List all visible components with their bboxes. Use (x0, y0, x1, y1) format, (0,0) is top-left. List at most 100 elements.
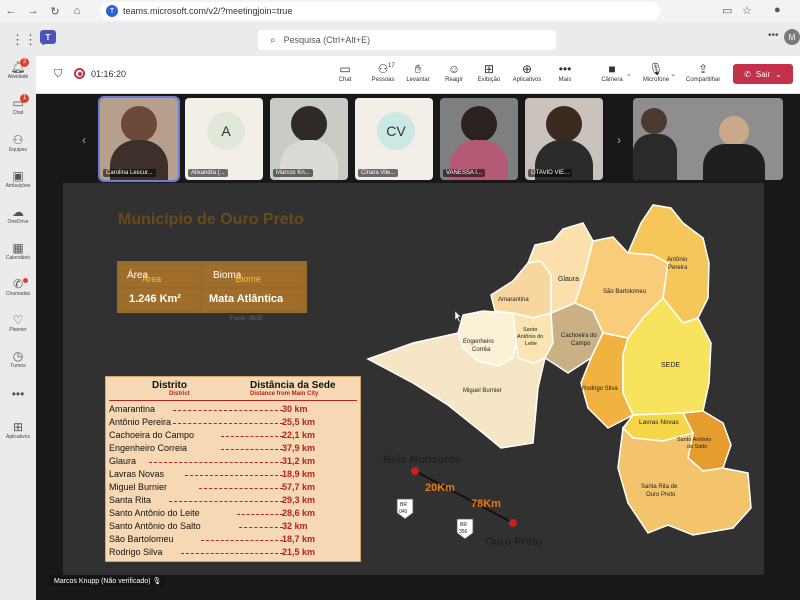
chevron-right-icon[interactable]: › (617, 133, 621, 147)
rail-item-turnos[interactable]: ◷ Turnos (0, 349, 36, 369)
chevron-down-icon[interactable]: ⌄ (670, 70, 676, 78)
search-input[interactable]: ⌕ Pesquisa (Ctrl+Alt+E) (258, 30, 556, 50)
more-icon: ••• (11, 387, 25, 401)
route-from: Belo Horizonte (383, 454, 461, 466)
control-label: Microfone (642, 77, 670, 83)
participant-name: Cinara Vile... (358, 169, 399, 177)
participant-tile[interactable]: OTAVIO VIE... (525, 98, 603, 180)
rail-item-more[interactable]: ••• (0, 387, 36, 401)
shield-text: 040 (399, 509, 408, 515)
participant-video (121, 106, 157, 142)
rail-item-equipes[interactable]: ⚇ Equipes (0, 133, 36, 153)
more-icon: ••• (558, 62, 572, 76)
rail-item-aplicativos[interactable]: ⊞ Aplicativos (0, 420, 36, 440)
back-arrow-icon[interactable]: ← (0, 5, 22, 17)
rail-item-atividade[interactable]: 🔔︎ 2 Atividade (0, 58, 36, 80)
meeting-toolbar: ⛉ 01:16:20 ▭ Chat ⚇ 17 Pessoas ✋︎ Levant… (36, 56, 800, 94)
map-label: Santa Rita de (641, 484, 678, 490)
cursor-icon (454, 310, 462, 323)
recording-icon (74, 68, 85, 79)
control-label: Levantar (406, 77, 430, 83)
team-icon: ⚇ (12, 133, 24, 147)
chevron-down-icon[interactable]: ⌄ (626, 70, 632, 78)
star-icon[interactable]: ☆ (742, 4, 752, 17)
mic-off-icon: 🎙︎ (648, 62, 664, 76)
participant-video (546, 106, 582, 142)
participant-tile[interactable]: Carolina Lescur... (98, 96, 180, 182)
people-button[interactable]: ⚇ 17 Pessoas (366, 61, 400, 83)
planner-icon: ♡ (12, 313, 24, 327)
shield-text: BR (400, 502, 407, 508)
chat-button[interactable]: ▭ Chat (328, 61, 362, 83)
rail-item-chat[interactable]: ▭ 1 Chat (0, 94, 36, 116)
control-label: Compartilhar (686, 77, 721, 83)
control-label: Exibição (477, 77, 501, 83)
bell-icon: 🔔︎ (10, 60, 26, 74)
apps-icon: ⊞ (12, 420, 24, 434)
participant-video (291, 106, 327, 142)
map-label: Lavras Novas (639, 419, 679, 426)
phone-icon: ✆ (12, 277, 24, 291)
rail-item-label: Chat (12, 110, 24, 116)
url-text[interactable]: teams.microsoft.com/v2/?meetingjoin=true (123, 6, 292, 16)
apps-button[interactable]: ⊕ Aplicativos (510, 61, 544, 83)
highway-shield-icon: BR 040 (396, 498, 414, 520)
shield-text: BR (460, 522, 467, 528)
rail-item-calendario[interactable]: ▦ Calendário (0, 241, 36, 261)
participant-avatar: A (207, 112, 245, 150)
rail-item-chamadas[interactable]: ✆ Chamadas (0, 277, 36, 297)
clock-icon: ◷ (12, 349, 24, 363)
rail-item-atribuicoes[interactable]: ▣ Atribuições (0, 169, 36, 189)
forward-arrow-icon[interactable]: → (22, 5, 44, 17)
presenter-caption: Marcos Knupp (Não verificado) 🎙︎ (49, 575, 167, 587)
reload-icon[interactable]: ↻ (44, 5, 66, 18)
camera-button[interactable]: ■ Câmera (595, 61, 629, 83)
share-button[interactable]: ⇪ Compartilhar (686, 61, 720, 83)
map-label: Miguel Burnier (463, 388, 502, 394)
more-options-icon[interactable]: ••• (768, 30, 779, 41)
control-label: Câmera (601, 77, 623, 83)
rail-item-label: Atividade (7, 74, 29, 80)
smile-icon: ☺ (447, 62, 461, 76)
mic-off-icon: 🎙︎ (152, 578, 162, 585)
rail-item-onedrive[interactable]: ☁︎ OneDrive (0, 205, 36, 225)
screen-cast-icon[interactable]: ▭ (722, 4, 732, 17)
rail-item-label: Aplicativos (6, 434, 30, 440)
profile-icon[interactable]: ● (774, 4, 781, 16)
participant-tile[interactable]: CV Cinara Vile... (355, 98, 433, 180)
address-bar[interactable]: T teams.microsoft.com/v2/?meetingjoin=tr… (100, 2, 660, 20)
shield-icon: ⛉ (54, 68, 63, 80)
microphone-button[interactable]: 🎙︎ Microfone (639, 61, 673, 83)
home-icon[interactable]: ⌂ (66, 5, 88, 17)
map-label: Antônio do (517, 334, 543, 340)
plus-icon: ⊕ (521, 62, 533, 76)
avatar[interactable]: M (784, 29, 800, 45)
rail-item-planner[interactable]: ♡ Planner (0, 313, 36, 333)
rail-item-label: Calendário (5, 255, 31, 261)
participant-name: Alixandra (... (188, 169, 228, 177)
rail-item-label: OneDrive (7, 219, 29, 225)
meeting-timer: 01:16:20 (91, 69, 127, 79)
notification-badge: 1 (20, 94, 29, 103)
notification-badge: 2 (20, 58, 29, 67)
participant-tile[interactable]: A Alixandra (... (185, 98, 263, 180)
control-label: Chat (338, 77, 352, 83)
raise-hand-button[interactable]: ✋︎ Levantar (401, 61, 435, 83)
map-label: Rodrigo Silva (582, 386, 618, 392)
chevron-left-icon[interactable]: ‹ (82, 133, 86, 147)
share-icon: ⇪ (697, 62, 709, 76)
react-button[interactable]: ☺ Reagir (437, 61, 471, 83)
room-camera-tile[interactable] (633, 98, 783, 180)
map-label: Corrêa (472, 347, 491, 353)
cloud-icon: ☁︎ (12, 205, 24, 219)
map-label: São Bartolomeu (603, 289, 646, 295)
route-distance-2: 78Km (471, 498, 501, 510)
shield-text: 356 (459, 529, 468, 535)
people-count: 17 (388, 63, 395, 69)
participant-tile[interactable]: Marcos Kn... (270, 98, 348, 180)
view-button[interactable]: ⊞ Exibição (472, 61, 506, 83)
more-button[interactable]: ••• Mais (548, 61, 582, 83)
route-distance-1: 20Km (425, 482, 455, 494)
leave-button[interactable]: ✆ Sair ⌄ (733, 64, 793, 84)
participant-tile[interactable]: VANESSA I... (440, 98, 518, 180)
